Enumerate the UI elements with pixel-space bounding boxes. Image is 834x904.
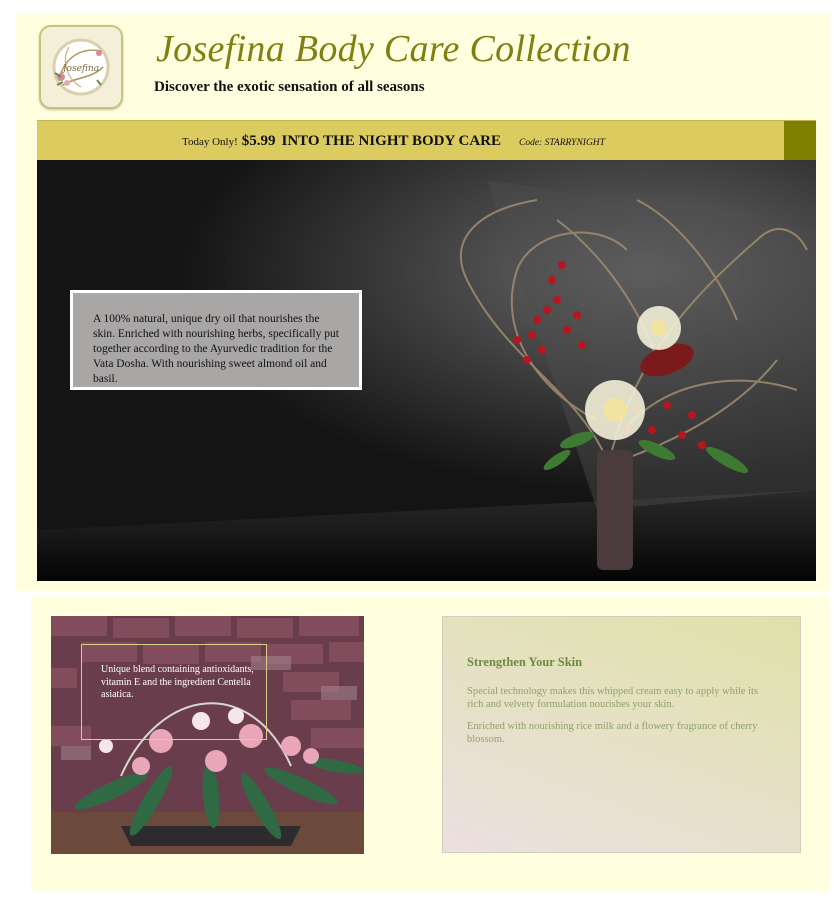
logo-label: Josefina	[61, 64, 99, 74]
promo-accent-block	[784, 121, 816, 160]
wreath-logo-icon: Josefina	[41, 27, 121, 107]
brand-logo[interactable]: Josefina	[39, 25, 123, 109]
promo-banner[interactable]: Today Only! $5.99 INTO THE NIGHT BODY CA…	[37, 120, 816, 160]
promo-product-name: INTO THE NIGHT BODY CARE	[281, 133, 502, 149]
hero-caption-box: A 100% natural, unique dry oil that nour…	[70, 290, 362, 390]
promo-code: Code: STARRYNIGHT	[519, 138, 605, 148]
site-title: Josefina Body Care Collection	[156, 28, 631, 70]
info-card-paragraph: Enriched with nourishing rice milk and a…	[467, 721, 758, 745]
features-panel: Unique blend containing antioxidants, vi…	[31, 596, 830, 892]
info-card-heading: Strengthen Your Skin	[467, 655, 583, 669]
site-subtitle: Discover the exotic sensation of all sea…	[154, 79, 425, 95]
info-card-paragraph: Special technology makes this whipped cr…	[467, 686, 759, 710]
skin-info-card: Strengthen Your Skin Special technology …	[442, 616, 801, 853]
feature-photo-card[interactable]: Unique blend containing antioxidants, vi…	[51, 616, 364, 854]
promo-text: Today Only! $5.99 INTO THE NIGHT BODY CA…	[182, 132, 605, 150]
photo-caption: Unique blend containing antioxidants, vi…	[101, 664, 254, 700]
promo-price: $5.99	[241, 133, 276, 149]
header-panel: Josefina Josefina Body Care Collection D…	[16, 13, 830, 591]
hero-banner: A 100% natural, unique dry oil that nour…	[37, 160, 816, 581]
promo-today-label: Today Only!	[182, 136, 238, 148]
